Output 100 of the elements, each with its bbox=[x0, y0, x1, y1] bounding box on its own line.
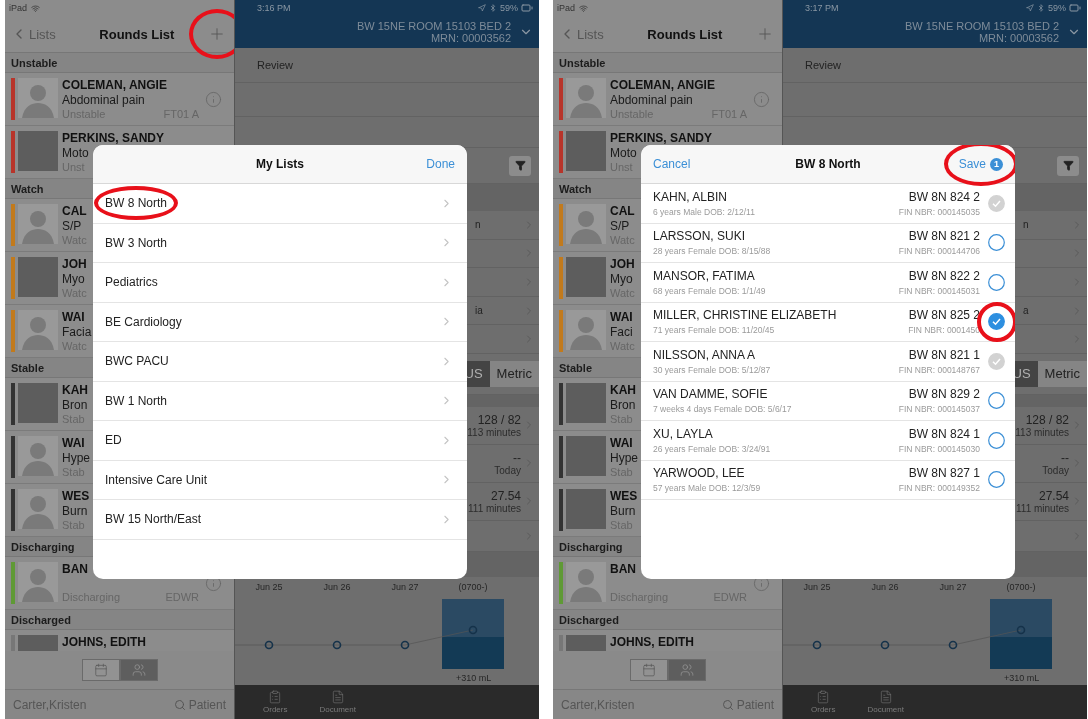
patient-name: YARWOOD, LEE bbox=[653, 466, 746, 481]
mrn-number: MRN: 00003562 bbox=[430, 32, 511, 44]
row-text: n bbox=[475, 219, 481, 231]
fin-number: FIN NBR: 000145031 bbox=[898, 285, 980, 296]
diagnosis: Bron bbox=[610, 398, 636, 412]
diagnosis: Burn bbox=[610, 504, 636, 518]
list-name: Pediatrics bbox=[105, 275, 158, 290]
chart-date: (0700-) bbox=[457, 581, 489, 592]
patient-name: PERKINS, SANDY bbox=[62, 131, 165, 145]
bed-location: BW 8N 821 2 bbox=[908, 229, 980, 244]
diagnosis: S/P bbox=[610, 219, 630, 233]
fin-number: FIN NBR: 000145030 bbox=[898, 443, 980, 454]
bed-location: BW 8N 821 1 bbox=[908, 347, 980, 362]
bed-location: BW 8N 824 2 bbox=[908, 189, 980, 204]
patient-name: COLEMAN, ANGIE bbox=[62, 78, 167, 92]
patient-name: WES bbox=[610, 489, 638, 503]
battery-percent: 59% bbox=[500, 3, 518, 13]
battery-percent: 59% bbox=[1048, 3, 1066, 13]
diagnosis: Hype bbox=[610, 451, 638, 465]
list-name: ED bbox=[105, 433, 122, 448]
fin-number: FIN NBR: 000144706 bbox=[898, 246, 980, 257]
patient-name: MANSOR, FATIMA bbox=[653, 268, 756, 283]
diagnosis: Myo bbox=[62, 272, 85, 286]
diagnosis: Myo bbox=[610, 272, 633, 286]
vital-time: 113 minutes bbox=[467, 426, 521, 438]
vital-value: -- bbox=[1061, 450, 1069, 465]
patient-details: 26 years Female DOB: 3/24/91 bbox=[653, 443, 771, 454]
list-name: BW 8 North bbox=[105, 196, 167, 211]
bed-location: BW 8N 829 2 bbox=[908, 387, 980, 402]
patient-details: 68 years Female DOB: 1/1/49 bbox=[653, 285, 766, 296]
fin-number: FIN NBR: 0001450 bbox=[908, 325, 980, 336]
patient-details: 57 years Male DOB: 12/3/59 bbox=[653, 483, 761, 494]
count-badge: 1 bbox=[990, 157, 1003, 171]
carrier-label: iPad bbox=[557, 3, 575, 13]
patient-name: LARSSON, SUKI bbox=[653, 229, 747, 244]
chart-date: Jun 25 bbox=[254, 581, 284, 592]
patient-name: JOH bbox=[62, 257, 87, 271]
patient-name: WAI bbox=[62, 310, 85, 324]
fin-number: FIN NBR: 000145035 bbox=[898, 206, 980, 217]
patient-name: COLEMAN, ANGIE bbox=[610, 78, 715, 92]
patient-details: 30 years Female DOB: 5/12/87 bbox=[653, 364, 771, 375]
diagnosis: Facia bbox=[62, 325, 92, 339]
patient-name: CAL bbox=[62, 204, 87, 218]
diagnosis: Bron bbox=[62, 398, 88, 412]
chart-date: (0700-) bbox=[1005, 581, 1037, 592]
diagnosis: Abdominal pain bbox=[62, 93, 145, 107]
dialog-title: BW 8 North bbox=[795, 157, 861, 171]
patient-name: XU, LAYLA bbox=[653, 426, 714, 441]
patient-name: BAN bbox=[610, 562, 636, 576]
chart-date: Jun 27 bbox=[938, 581, 968, 592]
patient-name: KAH bbox=[62, 383, 88, 397]
diagnosis: Abdominal pain bbox=[610, 93, 693, 107]
diagnosis: Hype bbox=[62, 451, 90, 465]
section-header: Discharged bbox=[5, 610, 234, 630]
bed-location: BW 8N 824 1 bbox=[908, 426, 980, 441]
room-location: BW 15NE ROOM 15103 BED 2 bbox=[356, 20, 511, 32]
patient-name: WAI bbox=[610, 436, 633, 450]
list-title: Rounds List bbox=[99, 26, 175, 42]
mrn-number: MRN: 00003562 bbox=[978, 32, 1059, 44]
list-name: Intensive Care Unit bbox=[105, 472, 208, 487]
section-title: Review bbox=[256, 59, 294, 71]
patient-name: WES bbox=[62, 489, 90, 503]
fin-number: FIN NBR: 000145037 bbox=[898, 404, 980, 415]
chart-date: Jun 26 bbox=[870, 581, 900, 592]
row-text: n bbox=[1023, 219, 1029, 231]
vital-value: 27.54 bbox=[490, 488, 521, 503]
row-text: a bbox=[1023, 305, 1029, 317]
patient-name: WAI bbox=[610, 310, 633, 324]
section-header: Unstable bbox=[553, 53, 782, 73]
fin-number: FIN NBR: 000149352 bbox=[898, 483, 980, 494]
patient-details: 28 years Female DOB: 8/15/88 bbox=[653, 246, 771, 257]
intake-total: +310 mL bbox=[1004, 672, 1041, 683]
diagnosis: Faci bbox=[610, 325, 633, 339]
vital-time: Today bbox=[1042, 464, 1069, 476]
diagnosis: Moto bbox=[610, 146, 637, 160]
vital-time: 111 minutes bbox=[468, 502, 521, 514]
section-title: Review bbox=[804, 59, 842, 71]
chart-date: Jun 25 bbox=[802, 581, 832, 592]
fin-number: FIN NBR: 000148767 bbox=[898, 364, 980, 375]
patient-details: 6 years Male DOB: 2/12/11 bbox=[653, 206, 755, 217]
vital-value: -- bbox=[513, 450, 521, 465]
list-name: BE Cardiology bbox=[105, 314, 182, 329]
vital-value: 128 / 82 bbox=[1025, 412, 1069, 427]
patient-name: BAN bbox=[62, 562, 88, 576]
patient-details: 7 weeks 4 days Female DOB: 5/6/17 bbox=[653, 404, 792, 415]
patient-name: CAL bbox=[610, 204, 635, 218]
vital-time: 111 minutes bbox=[1016, 502, 1069, 514]
section-header: Discharged bbox=[553, 610, 782, 630]
list-name: BW 1 North bbox=[105, 393, 167, 408]
list-title: Rounds List bbox=[647, 26, 723, 42]
patient-name: JOHNS, EDITH bbox=[62, 635, 146, 649]
section-header: Unstable bbox=[5, 53, 234, 73]
intake-total: +310 mL bbox=[456, 672, 493, 683]
dialog-title: My Lists bbox=[256, 157, 304, 171]
carrier-label: iPad bbox=[9, 3, 27, 13]
bed-location: BW 8N 822 2 bbox=[908, 268, 980, 283]
chart-date: Jun 26 bbox=[322, 581, 352, 592]
patient-details: 71 years Female DOB: 11/20/45 bbox=[653, 325, 776, 336]
diagnosis: Burn bbox=[62, 504, 88, 518]
vital-value: 27.54 bbox=[1038, 488, 1069, 503]
